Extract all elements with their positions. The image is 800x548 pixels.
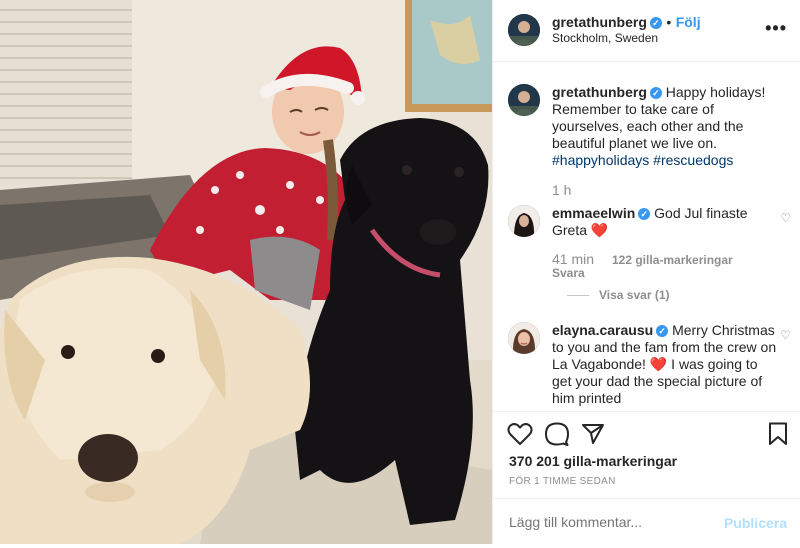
location-link[interactable]: Stockholm, Sweden bbox=[552, 31, 658, 45]
add-comment-input[interactable] bbox=[509, 514, 709, 530]
follow-button[interactable]: Följ bbox=[676, 14, 701, 30]
verified-badge-icon: ✓ bbox=[638, 208, 651, 220]
post-header: gretathunberg ✓ • Följ Stockholm, Sweden … bbox=[493, 0, 800, 62]
share-icon[interactable] bbox=[581, 422, 605, 451]
reply-button[interactable]: Svara bbox=[552, 266, 585, 280]
verified-badge-icon: ✓ bbox=[656, 325, 669, 337]
comment-avatar[interactable] bbox=[508, 322, 540, 354]
comment-timestamp: 41 min bbox=[552, 251, 595, 267]
comment-username[interactable]: emmaeelwin bbox=[552, 205, 635, 221]
publish-button[interactable]: Publicera bbox=[724, 515, 787, 531]
likes-count[interactable]: 370 201 gilla-markeringar bbox=[509, 453, 677, 469]
comment-likes-count[interactable]: 122 gilla-markeringar bbox=[612, 253, 733, 267]
heart-emoji: ❤️ bbox=[590, 222, 609, 238]
comments-list[interactable]: gretathunberg ✓ Happy holidays! Remember … bbox=[493, 62, 800, 411]
comment-username[interactable]: elayna.carausu bbox=[552, 322, 653, 338]
caption-avatar[interactable] bbox=[508, 84, 540, 116]
comment-like-heart-icon[interactable]: ♡ bbox=[780, 211, 791, 225]
comment-avatar[interactable] bbox=[508, 205, 540, 237]
caption-username[interactable]: gretathunberg bbox=[552, 84, 647, 100]
heart-emoji: ❤️ bbox=[649, 356, 668, 372]
author-avatar[interactable] bbox=[508, 14, 540, 46]
add-comment-bar: Publicera bbox=[493, 498, 800, 546]
replies-line bbox=[567, 295, 589, 297]
comment-1-text: emmaeelwin ✓ God Jul finaste Greta ❤️ bbox=[552, 205, 778, 239]
window-blinds bbox=[0, 0, 132, 185]
post-time-ago[interactable]: FÖR 1 TIMME SEDAN bbox=[509, 476, 616, 487]
more-options-icon[interactable]: ••• bbox=[765, 19, 787, 37]
post-photo[interactable] bbox=[0, 0, 492, 544]
photo-illustration bbox=[0, 0, 492, 544]
heart-icon[interactable] bbox=[507, 422, 533, 451]
caption-text: gretathunberg ✓ Happy holidays! Remember … bbox=[552, 84, 778, 169]
caption-timestamp: 1 h bbox=[552, 182, 572, 198]
post-actions: 370 201 gilla-markeringar FÖR 1 TIMME SE… bbox=[493, 411, 800, 548]
view-replies-button[interactable]: Visa svar (1) bbox=[567, 288, 670, 302]
separator-dot: • bbox=[666, 14, 672, 30]
view-replies-label: Visa svar (1) bbox=[599, 288, 670, 302]
comment-icon[interactable] bbox=[544, 422, 570, 451]
post-side-panel: gretathunberg ✓ • Följ Stockholm, Sweden … bbox=[492, 0, 800, 544]
verified-badge-icon: ✓ bbox=[649, 17, 662, 29]
caption-hashtags[interactable]: #happyholidays #rescuedogs bbox=[552, 152, 733, 168]
author-line: gretathunberg ✓ • Följ bbox=[552, 14, 701, 32]
instagram-post: gretathunberg ✓ • Följ Stockholm, Sweden … bbox=[0, 0, 800, 544]
bookmark-icon[interactable] bbox=[768, 422, 788, 451]
author-username[interactable]: gretathunberg bbox=[552, 14, 647, 30]
comment-like-heart-icon[interactable]: ♡ bbox=[780, 328, 791, 342]
verified-badge-icon: ✓ bbox=[649, 87, 662, 99]
comment-2-text: elayna.carausu ✓ Merry Christmas to you a… bbox=[552, 322, 778, 407]
